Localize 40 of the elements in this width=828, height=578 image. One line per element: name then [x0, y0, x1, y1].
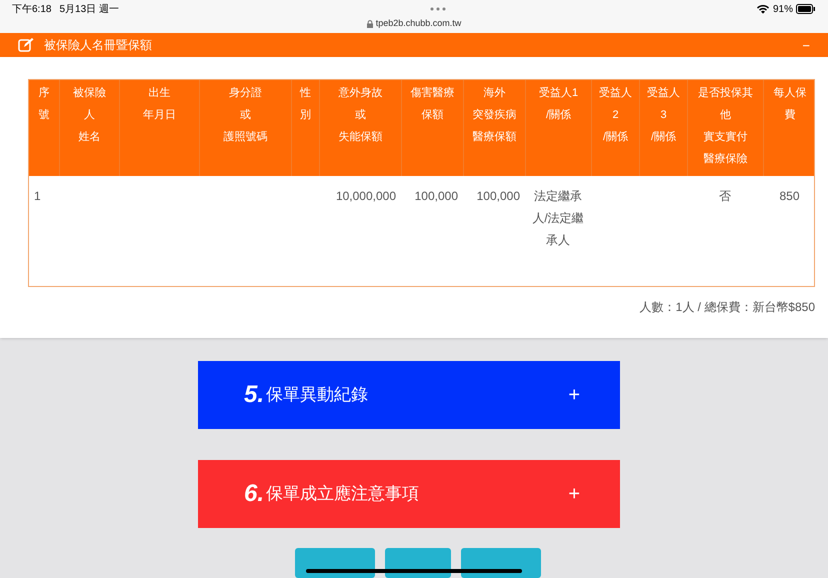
- edit-icon: [18, 38, 34, 53]
- column-header: 受益人 3 /關係: [639, 80, 687, 176]
- table-cell: 否: [719, 188, 731, 203]
- column-header: 是否投保其 他 實支實付 醫療保險: [687, 80, 763, 176]
- status-time: 下午6:18: [12, 2, 52, 16]
- table-cell: 法定繼承人/法定繼承人: [532, 188, 584, 247]
- battery-percent: 91%: [772, 2, 793, 16]
- wifi-icon: [756, 4, 769, 14]
- section-title: 保單異動紀錄: [266, 384, 368, 406]
- column-header: 身分證 或 護照號碼: [199, 80, 291, 176]
- table-cell: 850: [779, 188, 800, 203]
- table-cell: 1: [34, 188, 41, 203]
- battery-icon: [796, 4, 816, 14]
- column-header: 出生 年月日: [119, 80, 199, 176]
- section-number: 5.: [244, 380, 264, 410]
- column-header: 序 號: [38, 86, 50, 123]
- column-header: 每人保 費: [763, 80, 816, 176]
- more-icon[interactable]: [430, 7, 446, 11]
- expand-toggle[interactable]: +: [568, 479, 580, 509]
- column-header: 被保險 人 姓名: [59, 80, 119, 176]
- table-cell: 100,000: [414, 188, 458, 203]
- column-header: 受益人 2 /關係: [591, 80, 639, 176]
- url-text[interactable]: tpeb2b.chubb.com.tw: [376, 17, 462, 30]
- column-header: 海外 突發疾病 醫療保額: [463, 80, 525, 176]
- table-cell: 10,000,000: [336, 188, 396, 203]
- column-header: 意外身故 或 失能保額: [319, 80, 401, 176]
- section-bar[interactable]: 5.保單異動紀錄 +: [198, 361, 620, 429]
- column-header: 性 別: [291, 80, 319, 176]
- status-date: 5月13日 週一: [59, 2, 119, 16]
- table-cell: 100,000: [476, 188, 520, 203]
- summary-text: 人數：1人 / 總保費：新台幣$850: [640, 298, 815, 316]
- column-header: 傷害醫療 保額: [401, 80, 463, 176]
- lock-icon: [366, 20, 373, 28]
- expand-toggle[interactable]: +: [568, 380, 580, 410]
- nav-button[interactable]: [461, 548, 541, 578]
- section-title: 保單成立應注意事項: [266, 483, 420, 506]
- column-header: 受益人1 /關係: [525, 80, 591, 176]
- section-number: 6.: [244, 479, 264, 509]
- panel-title: 被保險人名冊暨保額: [44, 37, 152, 54]
- section-bar[interactable]: 6.保單成立應注意事項 +: [198, 460, 620, 528]
